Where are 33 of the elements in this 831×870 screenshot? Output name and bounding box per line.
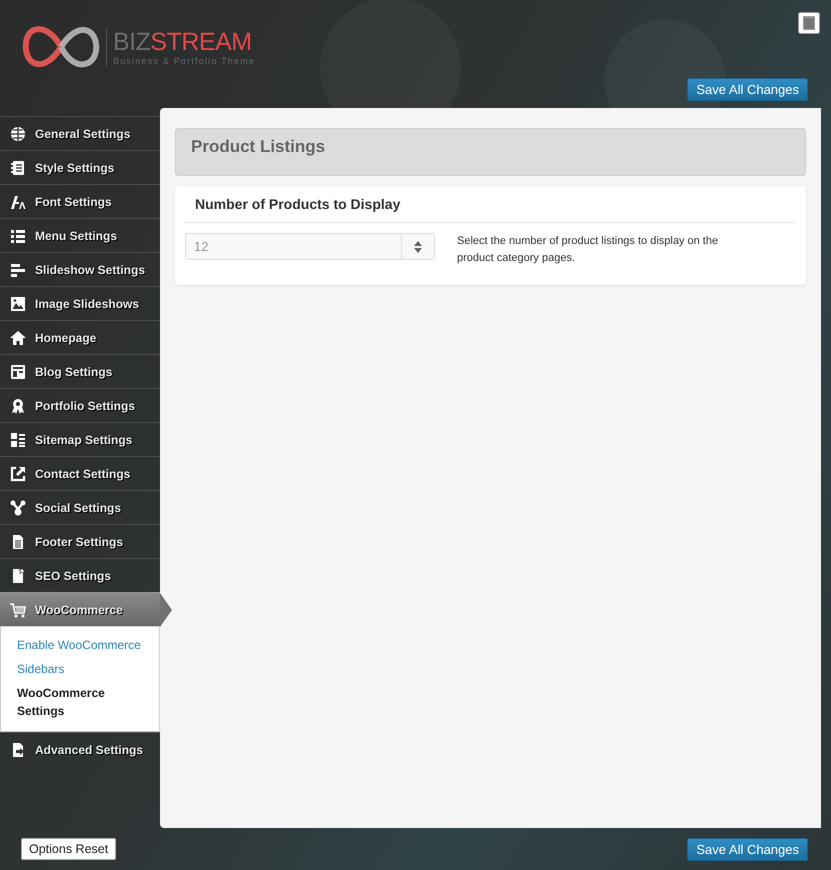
- nav-icon: [10, 432, 26, 448]
- nav-icon: [10, 568, 26, 584]
- nav-icon: [10, 262, 26, 278]
- sort-arrows-icon: [414, 240, 422, 252]
- nav-icon: [10, 534, 26, 550]
- option-title: Number of Products to Display: [185, 196, 796, 223]
- sidebar-item[interactable]: Blog Settings: [0, 354, 160, 388]
- nav-icon: [10, 398, 26, 414]
- submenu-link[interactable]: Sidebars: [17, 657, 159, 681]
- nav-icon: [10, 364, 26, 380]
- sidebar-item[interactable]: General Settings: [0, 116, 160, 150]
- nav-icon: [10, 330, 26, 346]
- logo-tagline: Business & Portfolio Theme: [113, 56, 256, 66]
- sidebar-item[interactable]: Image Slideshows: [0, 286, 160, 320]
- nav-icon: [10, 228, 26, 244]
- section-title: Product Listings: [191, 137, 326, 157]
- nav-icon: [10, 466, 26, 482]
- option-description: Select the number of product listings to display on the product category pages.: [457, 234, 720, 266]
- submenu-link[interactable]: Enable WooCommerce: [17, 633, 159, 657]
- save-all-changes-button[interactable]: Save All Changes: [687, 78, 808, 101]
- save-all-changes-button[interactable]: Save All Changes: [687, 838, 808, 860]
- nav-icon: [10, 500, 26, 516]
- nav-icon: [10, 296, 26, 312]
- submenu-link[interactable]: WooCommerce Settings: [17, 681, 127, 723]
- nav-icon: [10, 126, 26, 142]
- options-reset-button[interactable]: Options Reset: [21, 838, 116, 860]
- panel-icon[interactable]: [798, 12, 820, 34]
- nav-icon: [10, 742, 26, 758]
- sidebar-item[interactable]: Style Settings: [0, 150, 160, 184]
- nav-icon: [10, 160, 26, 176]
- nav-icon: [10, 194, 26, 210]
- logo-wordmark: BIZSTREAM: [113, 28, 253, 56]
- nav-icon: [10, 602, 26, 618]
